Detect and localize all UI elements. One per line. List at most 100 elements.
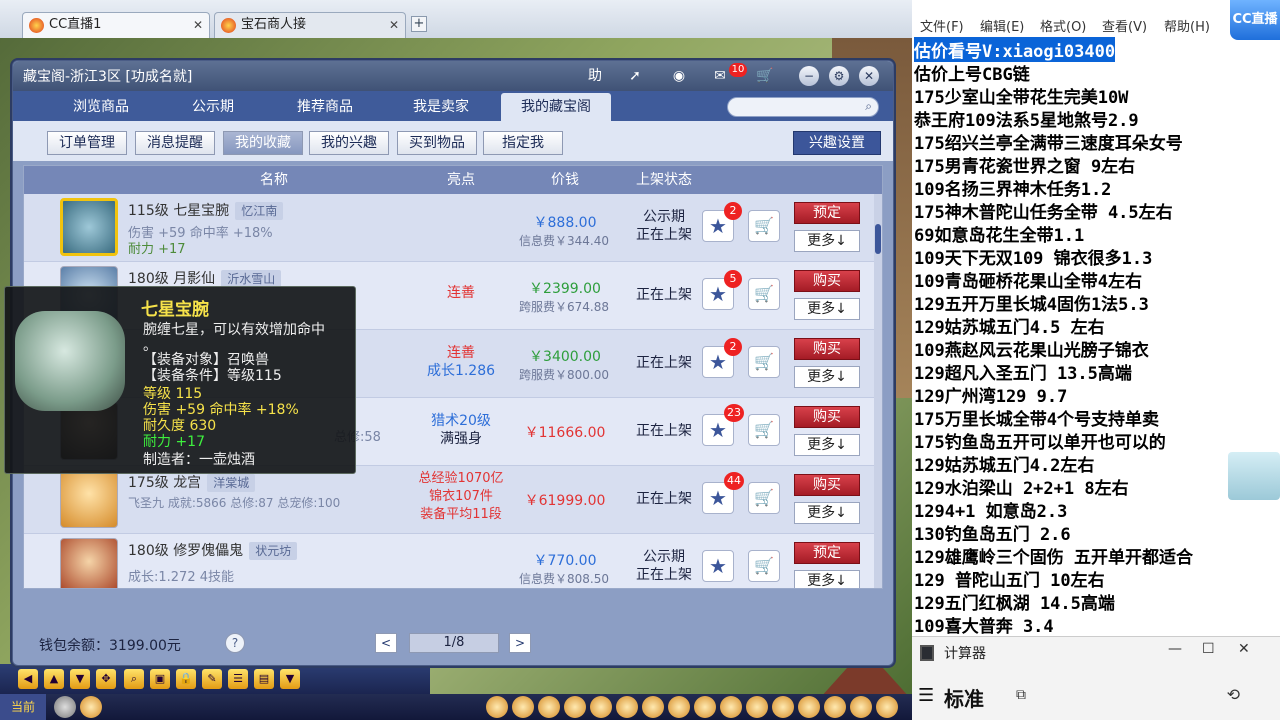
notepad-line[interactable]: 175少室山全带花生完美10W: [914, 83, 1128, 108]
item-thumbnail[interactable]: [60, 538, 118, 588]
notepad-line[interactable]: 129 普陀山五门 10左右: [914, 566, 1105, 591]
move-icon[interactable]: ✥: [96, 669, 116, 689]
interest-settings-button[interactable]: 兴趣设置: [793, 131, 881, 155]
item-icon[interactable]: [642, 696, 664, 718]
notepad-line[interactable]: 130钓鱼岛五门 2.6: [914, 520, 1071, 545]
notepad-line[interactable]: 估价看号V:xiaogi03400: [914, 37, 1116, 62]
keep-on-top-icon[interactable]: ⧉: [1016, 687, 1026, 703]
up-arrow-icon[interactable]: ▲: [44, 669, 64, 689]
next-page-button[interactable]: >: [509, 633, 531, 653]
share-icon[interactable]: ➚: [621, 64, 649, 88]
item-icon[interactable]: [512, 696, 534, 718]
my-interests-button[interactable]: 我的兴趣: [309, 131, 389, 155]
menu-view[interactable]: 查看(V): [1102, 16, 1147, 35]
help-button[interactable]: 助: [581, 64, 609, 88]
add-cart-icon[interactable]: 🛒: [748, 414, 780, 446]
down-arrow-icon[interactable]: ▼: [70, 669, 90, 689]
item-icon[interactable]: [668, 696, 690, 718]
tab-public[interactable]: 公示期: [161, 93, 265, 121]
chat-icon[interactable]: ☰: [228, 669, 248, 689]
item-icon[interactable]: [824, 696, 846, 718]
add-cart-icon[interactable]: 🛒: [748, 482, 780, 514]
message-reminder-button[interactable]: 消息提醒: [135, 131, 215, 155]
minimize-icon[interactable]: −: [799, 66, 819, 86]
history-icon[interactable]: ⟲: [1227, 685, 1240, 704]
scrollbar-thumb[interactable]: [875, 224, 881, 254]
lock-icon[interactable]: 🔒: [176, 669, 196, 689]
my-favorites-button[interactable]: 我的收藏: [223, 131, 303, 155]
table-row[interactable]: 175级 龙宫 洋棠城 飞圣九 成就:5866 总修:87 总宠修:100 总经验…: [24, 466, 874, 534]
item-icon[interactable]: [564, 696, 586, 718]
reserve-button[interactable]: 预定: [794, 542, 860, 564]
notepad-line[interactable]: 175万里长城全带4个号支持单卖: [914, 405, 1159, 430]
notepad-line[interactable]: 109燕赵风云花果山光膀子锦衣: [914, 336, 1149, 361]
notepad-line[interactable]: 恭王府109法系5星地煞号2.9: [914, 106, 1139, 131]
emoji-icon[interactable]: [80, 696, 102, 718]
dropdown-icon[interactable]: ▼: [280, 669, 300, 689]
help-icon[interactable]: ?: [225, 633, 245, 653]
notepad-line[interactable]: 175绍兴兰亭全满带三速度耳朵女号: [914, 129, 1183, 154]
close-button[interactable]: ✕: [1238, 641, 1250, 657]
item-icon[interactable]: [538, 696, 560, 718]
item-icon[interactable]: [720, 696, 742, 718]
notepad-line[interactable]: 129姑苏城五门4.2左右: [914, 451, 1094, 476]
notepad-line[interactable]: 175钓鱼岛五开可以单开也可以的: [914, 428, 1166, 453]
item-icon[interactable]: [746, 696, 768, 718]
notepad-line[interactable]: 109天下无双109 锦衣很多1.3: [914, 244, 1152, 269]
more-button[interactable]: 更多↓: [794, 502, 860, 524]
buy-button[interactable]: 购买: [794, 406, 860, 428]
item-icon[interactable]: [616, 696, 638, 718]
menu-file[interactable]: 文件(F): [920, 16, 964, 35]
designated-me-button[interactable]: 指定我: [483, 131, 563, 155]
more-button[interactable]: 更多↓: [794, 570, 860, 588]
more-button[interactable]: 更多↓: [794, 434, 860, 456]
item-icon[interactable]: [486, 696, 508, 718]
more-button[interactable]: 更多↓: [794, 230, 860, 252]
maximize-button[interactable]: ☐: [1202, 641, 1215, 657]
more-button[interactable]: 更多↓: [794, 298, 860, 320]
item-icon[interactable]: [798, 696, 820, 718]
tab-seller[interactable]: 我是卖家: [385, 93, 497, 121]
close-tab-icon[interactable]: ✕: [193, 13, 203, 37]
new-tab-button[interactable]: +: [411, 16, 427, 32]
prev-page-button[interactable]: <: [375, 633, 397, 653]
browser-tab-cc-live[interactable]: CC直播1 ✕: [22, 12, 210, 38]
notepad-line[interactable]: 1294+1 如意岛2.3: [914, 497, 1067, 522]
settings-icon[interactable]: ⚙: [829, 66, 849, 86]
buy-button[interactable]: 购买: [794, 474, 860, 496]
search-icon[interactable]: ⌕: [124, 669, 144, 689]
add-cart-icon[interactable]: 🛒: [748, 210, 780, 242]
notepad-line[interactable]: 129五开万里长城4固伤1法5.3: [914, 290, 1149, 315]
reserve-button[interactable]: 预定: [794, 202, 860, 224]
item-thumbnail[interactable]: [60, 470, 118, 528]
notepad-line[interactable]: 109喜大普奔 3.4: [914, 612, 1054, 637]
add-cart-icon[interactable]: 🛒: [748, 550, 780, 582]
menu-format[interactable]: 格式(O): [1040, 16, 1086, 35]
buy-button[interactable]: 购买: [794, 338, 860, 360]
notepad-line[interactable]: 129五门红枫湖 14.5高端: [914, 589, 1115, 614]
search-input[interactable]: ⌕: [727, 97, 879, 117]
favorite-star-icon[interactable]: ★: [702, 550, 734, 582]
left-arrow-icon[interactable]: ◀: [18, 669, 38, 689]
item-icon[interactable]: [590, 696, 612, 718]
notepad-line[interactable]: 109名扬三界神木任务1.2: [914, 175, 1111, 200]
window-titlebar[interactable]: 藏宝阁-浙江3区 [功成名就] 助 ➚ ◉ ✉ 10 🛒 − ⚙ ✕: [13, 61, 893, 91]
browser-tab-gem-merchant[interactable]: 宝石商人接 ✕: [214, 12, 406, 38]
box-icon[interactable]: ▣: [150, 669, 170, 689]
notepad-line[interactable]: 69如意岛花生全带1.1: [914, 221, 1084, 246]
notepad-line[interactable]: 129广州湾129 9.7: [914, 382, 1067, 407]
table-scrollbar[interactable]: [874, 194, 882, 588]
notepad-line[interactable]: 129雄鹰岭三个固伤 五开单开都适合: [914, 543, 1193, 568]
hamburger-menu-icon[interactable]: ☰: [918, 685, 934, 706]
notepad-line[interactable]: 109青岛砸桥花果山全带4左右: [914, 267, 1142, 292]
tab-my-pavilion[interactable]: 我的藏宝阁: [501, 93, 611, 121]
buy-button[interactable]: 购买: [794, 270, 860, 292]
microphone-icon[interactable]: [54, 696, 76, 718]
order-management-button[interactable]: 订单管理: [47, 131, 127, 155]
minimize-button[interactable]: —: [1168, 641, 1182, 657]
add-cart-icon[interactable]: 🛒: [748, 278, 780, 310]
stop-icon[interactable]: ◉: [665, 64, 693, 88]
tab-recommended[interactable]: 推荐商品: [273, 93, 377, 121]
side-widget[interactable]: [1228, 452, 1280, 500]
notepad-line[interactable]: 估价上号CBG链: [914, 60, 1030, 85]
